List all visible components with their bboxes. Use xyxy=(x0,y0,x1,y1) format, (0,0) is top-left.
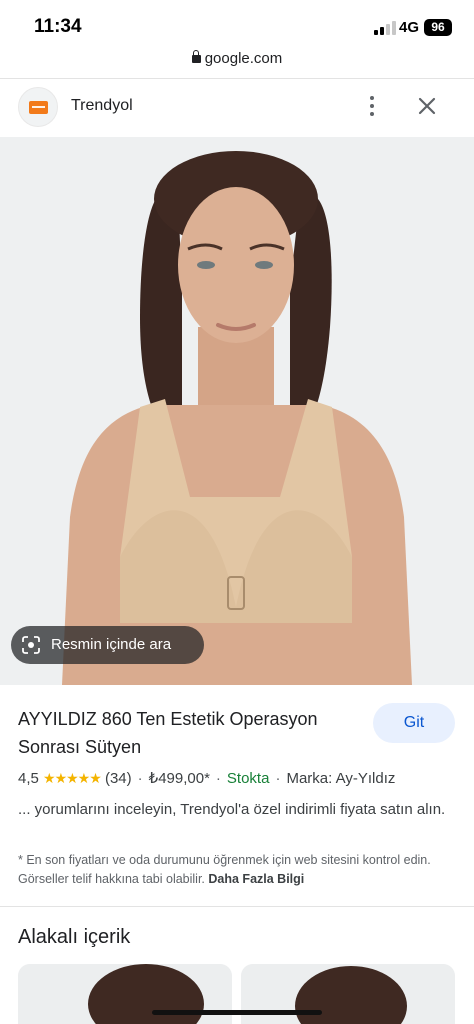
network-type: 4G xyxy=(399,19,420,36)
star-rating-icon: ★★★★★ xyxy=(43,770,102,786)
url-bar[interactable]: google.com xyxy=(0,50,474,76)
product-image[interactable]: Resmin içinde ara xyxy=(0,137,474,685)
search-in-image-button[interactable]: Resmin içinde ara xyxy=(11,626,204,664)
related-item-image xyxy=(18,964,232,1024)
more-vert-icon[interactable] xyxy=(362,93,382,119)
lock-icon xyxy=(191,50,201,63)
related-item-card[interactable] xyxy=(241,964,455,1024)
stock-status: Stokta xyxy=(226,770,270,787)
product-snippet: ... yorumlarını inceleyin, Trendyol'a öz… xyxy=(18,801,446,818)
battery-icon: 96 xyxy=(424,19,452,36)
site-header: Trendyol xyxy=(0,79,474,137)
disclaimer: * En son fiyatları ve oda durumunu öğren… xyxy=(18,851,458,889)
product-title: AYYILDIZ 860 Ten Estetik Operasyon Sonra… xyxy=(18,709,318,757)
status-time: 11:34 xyxy=(34,16,82,37)
status-bar: 11:34 4G 96 xyxy=(0,0,474,50)
brand: Marka: Ay-Yıldız xyxy=(286,770,396,787)
lens-icon xyxy=(22,636,40,654)
rating-value: 4,5 xyxy=(18,770,39,787)
site-logo-icon[interactable] xyxy=(18,87,58,127)
more-info-link[interactable]: Daha Fazla Bilgi xyxy=(208,872,304,886)
close-icon[interactable] xyxy=(414,93,440,119)
home-indicator[interactable] xyxy=(152,1010,322,1015)
divider xyxy=(0,906,474,907)
related-item-card[interactable] xyxy=(18,964,232,1024)
search-in-image-label: Resmin içinde ara xyxy=(51,636,172,653)
related-content-title: Alakalı içerik xyxy=(18,926,131,948)
go-button[interactable]: Git xyxy=(373,703,455,743)
product-meta: 4,5 ★★★★★ (34) · ₺499,00* · Stokta · Marka: Ay… xyxy=(18,770,396,787)
url-text: google.com xyxy=(204,50,283,67)
related-item-image xyxy=(241,964,455,1024)
review-count: (34) xyxy=(104,770,132,787)
product-photo xyxy=(0,137,474,685)
site-name[interactable]: Trendyol xyxy=(71,97,133,115)
signal-icon xyxy=(374,21,396,35)
price: ₺499,00* xyxy=(148,770,210,787)
